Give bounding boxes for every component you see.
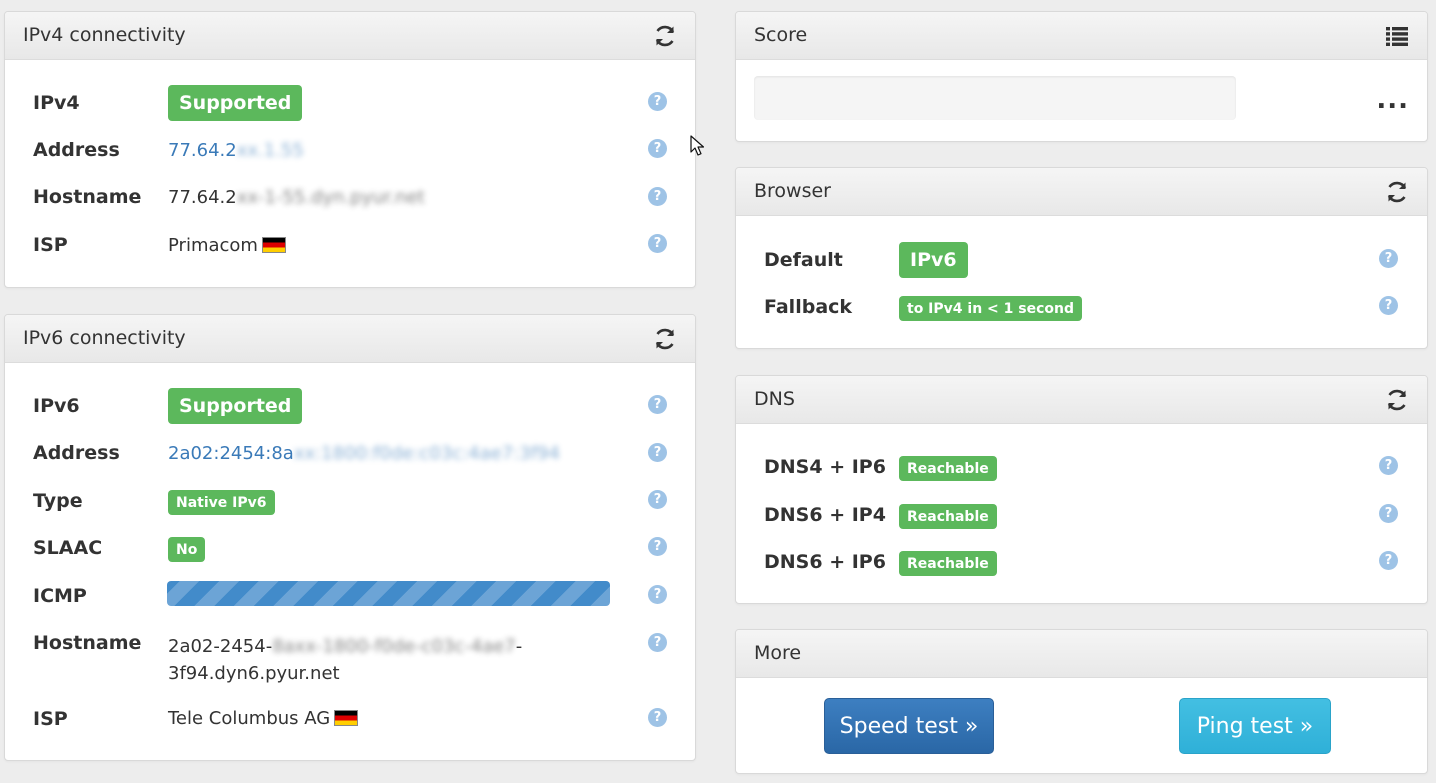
help-icon[interactable]: ? <box>1379 504 1398 523</box>
help-icon[interactable]: ? <box>648 443 667 462</box>
dns-status-badge: Reachable <box>899 456 997 481</box>
help-icon[interactable]: ? <box>1379 551 1398 570</box>
panel-title: IPv6 connectivity <box>23 327 186 349</box>
row-label: DNS6 + IP6 <box>764 551 886 573</box>
row-label: Hostname <box>33 632 142 654</box>
score-progress-bar <box>754 76 1236 120</box>
help-icon[interactable]: ? <box>648 92 667 111</box>
refresh-icon[interactable] <box>653 24 677 48</box>
row-label: Default <box>764 249 843 271</box>
score-panel-header: Score <box>736 12 1427 60</box>
icmp-progress-bar <box>167 581 610 606</box>
dns-panel: DNS DNS4 + IP6 Reachable ? DNS6 + IP4 Re… <box>735 375 1428 604</box>
panel-title: DNS <box>754 388 795 410</box>
help-icon[interactable]: ? <box>1379 249 1398 268</box>
help-icon[interactable]: ? <box>648 490 667 509</box>
ping-test-button[interactable]: Ping test » <box>1179 698 1331 754</box>
isp-value: Tele Columbus AG <box>168 708 359 729</box>
row-label: ICMP <box>33 585 87 607</box>
slaac-badge: No <box>168 537 206 562</box>
panel-title: Score <box>754 24 808 46</box>
help-icon[interactable]: ? <box>1379 296 1398 315</box>
row-label: DNS4 + IP6 <box>764 456 886 478</box>
help-icon[interactable]: ? <box>648 139 667 158</box>
more-dots[interactable]: ... <box>1376 87 1409 113</box>
help-icon[interactable]: ? <box>648 234 667 253</box>
ipv4-hostname: 77.64.2xx-1-55.dyn.pyur.net <box>168 187 425 208</box>
row-label: SLAAC <box>33 537 103 559</box>
refresh-icon[interactable] <box>1385 388 1409 412</box>
ipv4-panel: IPv4 connectivity IPv4 Supported ? Addre… <box>4 11 696 288</box>
browser-panel-header: Browser <box>736 168 1427 216</box>
panel-title: More <box>754 642 802 664</box>
ipv6-hostname: 2a02-2454-8axx-1800-f0de-c03c-4ae7- 3f94.… <box>168 636 523 684</box>
row-label: Fallback <box>764 296 853 318</box>
default-protocol-badge: IPv6 <box>899 242 968 278</box>
panel-title: IPv4 connectivity <box>23 24 186 46</box>
row-label: Type <box>33 490 83 512</box>
row-label: ISP <box>33 708 68 730</box>
score-panel: Score ... <box>735 11 1428 142</box>
refresh-icon[interactable] <box>1385 180 1409 204</box>
status-badge: Supported <box>168 85 303 121</box>
row-label: IPv6 <box>33 395 80 417</box>
more-panel-header: More <box>736 630 1427 678</box>
row-label: ISP <box>33 234 68 256</box>
dns-status-badge: Reachable <box>899 551 997 576</box>
ipv4-panel-header: IPv4 connectivity <box>5 12 695 60</box>
dns-status-badge: Reachable <box>899 504 997 529</box>
ipv6-panel-header: IPv6 connectivity <box>5 315 695 363</box>
germany-flag-icon <box>334 710 359 726</box>
row-label: Address <box>33 139 120 161</box>
help-icon[interactable]: ? <box>648 187 667 206</box>
speed-test-button[interactable]: Speed test » <box>824 698 994 754</box>
refresh-icon[interactable] <box>653 327 677 351</box>
fallback-badge: to IPv4 in < 1 second <box>899 296 1082 321</box>
type-badge: Native IPv6 <box>168 490 275 515</box>
help-icon[interactable]: ? <box>1379 456 1398 475</box>
ipv4-address-link[interactable]: 77.64.2xx.1.55 <box>168 140 304 161</box>
ipv6-address-link[interactable]: 2a02:2454:8axx:1800:f0de:c03c:4ae7:3f94 <box>168 443 560 464</box>
dns-panel-header: DNS <box>736 376 1427 424</box>
browser-panel: Browser Default IPv6 ? Fallback to IPv4 … <box>735 167 1428 349</box>
row-label: Address <box>33 442 120 464</box>
help-icon[interactable]: ? <box>648 708 667 727</box>
row-label: DNS6 + IP4 <box>764 504 886 526</box>
help-icon[interactable]: ? <box>648 395 667 414</box>
row-label: IPv4 <box>33 92 80 114</box>
ipv6-panel: IPv6 connectivity IPv6 Supported ? Addre… <box>4 314 696 761</box>
mouse-cursor-icon <box>690 135 705 161</box>
more-panel: More Speed test » Ping test » <box>735 629 1428 774</box>
panel-title: Browser <box>754 180 831 202</box>
row-label: Hostname <box>33 186 142 208</box>
isp-value: Primacom <box>168 235 286 256</box>
help-icon[interactable]: ? <box>648 633 667 652</box>
list-icon[interactable] <box>1385 24 1409 48</box>
germany-flag-icon <box>261 237 286 253</box>
help-icon[interactable]: ? <box>648 585 667 604</box>
help-icon[interactable]: ? <box>648 537 667 556</box>
status-badge: Supported <box>168 388 303 424</box>
